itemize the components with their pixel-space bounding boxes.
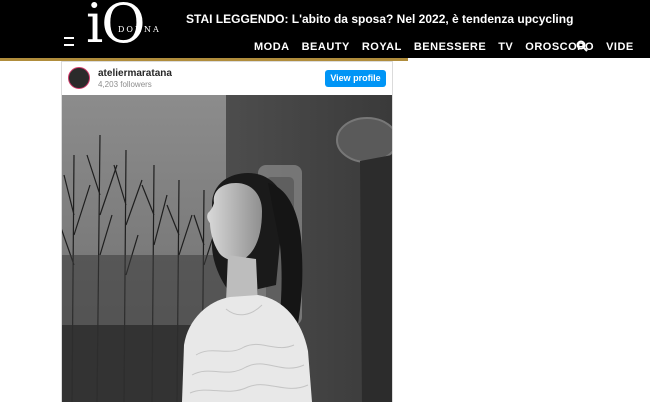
embed-username[interactable]: ateliermaratana — [98, 68, 172, 79]
instagram-embed: ateliermaratana 4,203 followers View pro… — [61, 61, 393, 402]
site-logo-sub: DONNA — [118, 25, 161, 34]
nav-item-beauty[interactable]: BEAUTY — [302, 41, 350, 53]
view-profile-button[interactable]: View profile — [325, 70, 386, 87]
nav-item-royal[interactable]: ROYAL — [362, 41, 402, 53]
nav-item-moda[interactable]: MODA — [254, 41, 290, 53]
now-reading-title[interactable]: L'abito da sposa? Nel 2022, è tendenza u… — [292, 12, 574, 26]
embed-followers: 4,203 followers — [98, 80, 152, 89]
site-header: iO DONNA STAI LEGGENDO: L'abito da sposa… — [0, 0, 650, 58]
avatar[interactable] — [68, 67, 90, 89]
hamburger-menu-icon[interactable] — [64, 37, 74, 51]
nav-item-video[interactable]: VIDE — [606, 41, 634, 53]
embed-photo[interactable] — [62, 95, 392, 402]
nav-item-benessere[interactable]: BENESSERE — [414, 41, 486, 53]
now-reading[interactable]: STAI LEGGENDO: L'abito da sposa? Nel 202… — [186, 12, 573, 26]
nav-item-tv[interactable]: TV — [498, 41, 513, 53]
embed-header: ateliermaratana 4,203 followers View pro… — [62, 62, 392, 95]
now-reading-label: STAI LEGGENDO: — [186, 12, 289, 26]
search-icon[interactable] — [576, 40, 588, 52]
photo-image — [62, 95, 392, 402]
